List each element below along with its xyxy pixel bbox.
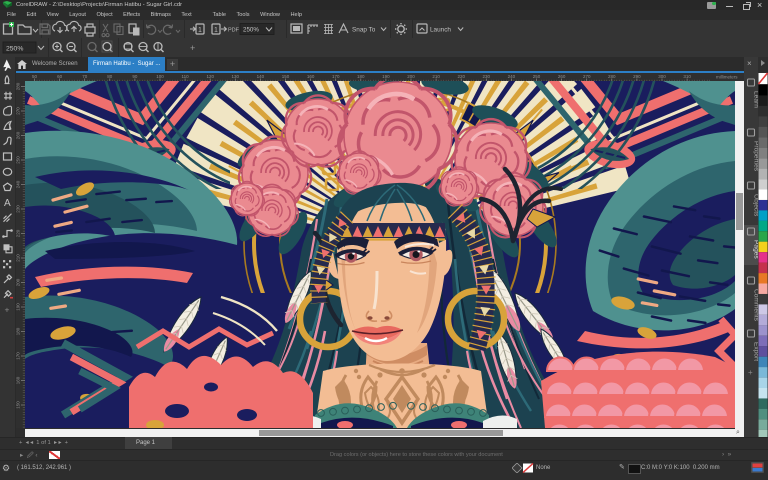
svg-text:120: 120 [206, 74, 214, 79]
svg-text:150: 150 [282, 74, 290, 79]
svg-text:+: + [748, 368, 753, 377]
svg-text:A: A [4, 198, 11, 209]
svg-text:270: 270 [16, 107, 21, 115]
svg-text:140: 140 [257, 74, 265, 79]
svg-text:60: 60 [57, 74, 63, 79]
svg-text:160: 160 [307, 74, 315, 79]
svg-text:190: 190 [382, 74, 390, 79]
svg-text:220: 220 [457, 74, 465, 79]
svg-text:+: + [190, 43, 195, 53]
svg-text:180: 180 [357, 74, 365, 79]
svg-text:+: + [5, 305, 10, 315]
svg-text:300: 300 [658, 74, 666, 79]
svg-text:240: 240 [16, 180, 21, 188]
svg-text:210: 210 [432, 74, 440, 79]
svg-text:180: 180 [16, 327, 21, 335]
svg-text:260: 260 [558, 74, 566, 79]
svg-text:220: 220 [16, 229, 21, 237]
svg-text:250%: 250% [6, 46, 23, 53]
svg-text:50: 50 [32, 74, 38, 79]
svg-text:130: 130 [232, 74, 240, 79]
svg-text:240: 240 [508, 74, 516, 79]
svg-text:1: 1 [214, 27, 218, 34]
svg-text:1: 1 [198, 27, 202, 34]
svg-text:290: 290 [633, 74, 641, 79]
svg-text:100: 100 [156, 74, 164, 79]
svg-text:Launch: Launch [430, 27, 451, 34]
svg-text:260: 260 [16, 131, 21, 139]
svg-text:150: 150 [16, 401, 21, 409]
svg-text:270: 270 [583, 74, 591, 79]
svg-text:250%: 250% [243, 27, 259, 34]
svg-text:90: 90 [132, 74, 138, 79]
svg-text:280: 280 [608, 74, 616, 79]
svg-text:230: 230 [483, 74, 491, 79]
svg-text:310: 310 [683, 74, 691, 79]
svg-text:160: 160 [16, 376, 21, 384]
svg-text:250: 250 [533, 74, 541, 79]
svg-text:280: 280 [16, 82, 21, 90]
svg-text:millimeters: millimeters [716, 74, 738, 79]
svg-text:190: 190 [16, 303, 21, 311]
svg-text:250: 250 [16, 156, 21, 164]
svg-text:Snap To: Snap To [352, 27, 376, 34]
svg-text:170: 170 [332, 74, 340, 79]
svg-text:230: 230 [16, 205, 21, 213]
svg-text:170: 170 [16, 352, 21, 360]
svg-text:210: 210 [16, 254, 21, 262]
svg-text:70: 70 [82, 74, 88, 79]
svg-text:200: 200 [16, 278, 21, 286]
svg-text:200: 200 [407, 74, 415, 79]
svg-text:×: × [747, 59, 752, 68]
svg-text:110: 110 [182, 74, 190, 79]
svg-text:80: 80 [107, 74, 113, 79]
svg-text:PDF: PDF [228, 28, 240, 34]
